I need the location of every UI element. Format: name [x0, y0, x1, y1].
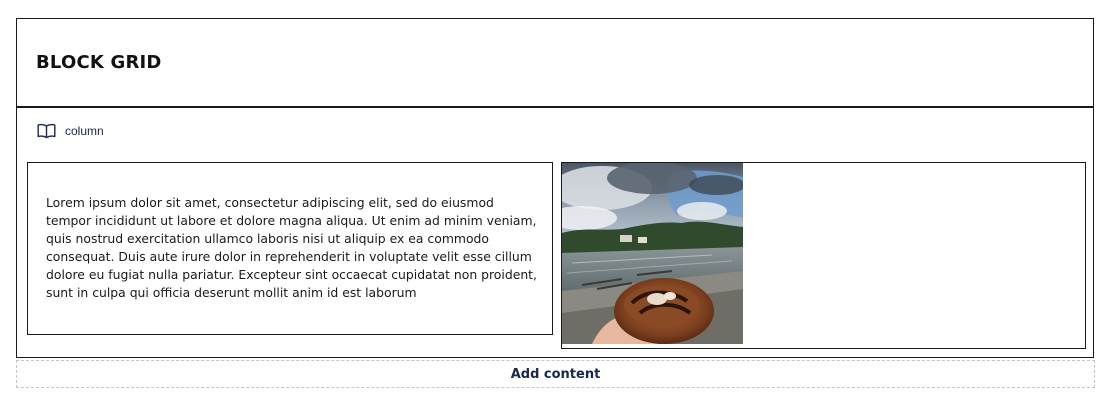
block-grid: BLOCK GRID column Lorem ipsum dolor sit … [16, 18, 1094, 358]
area-label-text: column [65, 124, 104, 138]
block-grid-title: BLOCK GRID [36, 52, 162, 73]
image-block[interactable] [561, 162, 1086, 349]
area-label-column[interactable]: column [37, 123, 104, 139]
book-icon [37, 123, 56, 139]
photo-image [562, 163, 743, 344]
text-block-body: Lorem ipsum dolor sit amet, consectetur … [46, 195, 537, 300]
add-content-button[interactable]: Add content [16, 360, 1095, 388]
page: BLOCK GRID column Lorem ipsum dolor sit … [0, 0, 1106, 406]
text-block[interactable]: Lorem ipsum dolor sit amet, consectetur … [27, 162, 553, 335]
block-grid-header: BLOCK GRID [17, 19, 1093, 108]
